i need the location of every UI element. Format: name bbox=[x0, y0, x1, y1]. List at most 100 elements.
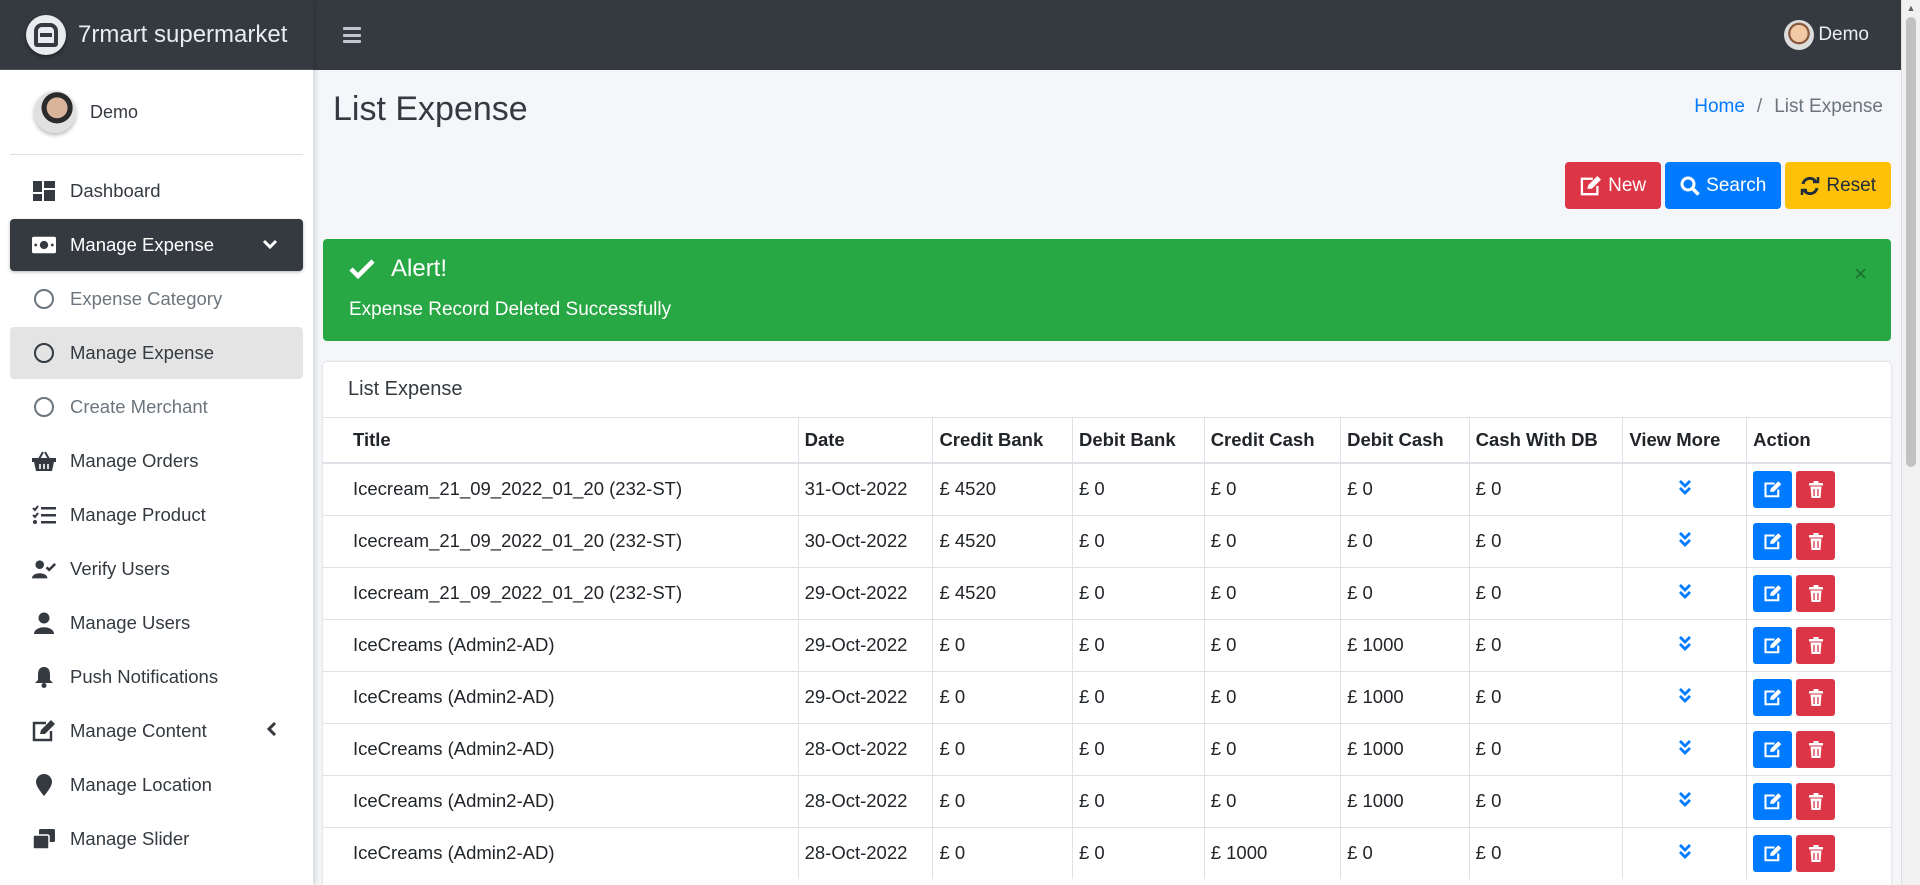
table-cell: £ 0 bbox=[1204, 618, 1342, 671]
edit-button[interactable] bbox=[1753, 834, 1793, 872]
search-button[interactable]: Search bbox=[1665, 162, 1782, 209]
sync-icon bbox=[1801, 176, 1820, 195]
table-cell: £ 1000 bbox=[1340, 722, 1470, 775]
table-cell: £ 0 bbox=[1469, 774, 1624, 827]
user-check-icon bbox=[32, 557, 56, 581]
angle-double-down-icon[interactable] bbox=[1678, 686, 1692, 708]
breadcrumb-home-link[interactable]: Home bbox=[1694, 96, 1745, 117]
sidebar-item-manage-orders[interactable]: Manage Orders bbox=[10, 435, 303, 487]
table-cell: £ 4520 bbox=[932, 566, 1073, 619]
table-cell: £ 0 bbox=[1204, 774, 1342, 827]
table-cell: 30-Oct-2022 bbox=[798, 514, 934, 567]
table-cell: £ 1000 bbox=[1340, 670, 1470, 723]
table-header-row: Title Date Credit Bank Debit Bank Credit Cas… bbox=[323, 418, 1891, 464]
sidebar-item-label: Manage Users bbox=[70, 612, 191, 633]
main-content: List Expense Home / List Expense New Searc… bbox=[313, 70, 1901, 885]
action-cell bbox=[1746, 514, 1891, 567]
angle-double-down-icon[interactable] bbox=[1678, 634, 1692, 656]
sidebar-item-manage-slider[interactable]: Manage Slider bbox=[10, 813, 303, 865]
sidebar-item-verify-users[interactable]: Verify Users bbox=[10, 543, 303, 595]
sidebar-item-label: Manage Content bbox=[70, 720, 207, 741]
delete-button[interactable] bbox=[1796, 782, 1836, 820]
sidebar-item-push-notifications[interactable]: Push Notifications bbox=[10, 651, 303, 703]
scroll-up-icon[interactable]: ▲ bbox=[1902, 0, 1920, 17]
table-cell: £ 0 bbox=[1340, 826, 1470, 879]
scrollbar-thumb[interactable] bbox=[1906, 17, 1916, 467]
expense-list-card: List Expense Title Date Credit Bank Debit B… bbox=[323, 362, 1891, 885]
angle-double-down-icon[interactable] bbox=[1678, 530, 1692, 552]
sidebar-item-dashboard[interactable]: Dashboard bbox=[10, 165, 303, 217]
angle-double-down-icon[interactable] bbox=[1678, 842, 1692, 864]
breadcrumb-current: List Expense bbox=[1774, 96, 1883, 117]
table-cell: £ 0 bbox=[1469, 722, 1624, 775]
angle-double-down-icon[interactable] bbox=[1678, 738, 1692, 760]
menu-toggle-icon[interactable] bbox=[343, 27, 361, 43]
column-header: Action bbox=[1746, 418, 1891, 464]
brand-name: 7rmart supermarket bbox=[78, 20, 288, 48]
action-cell bbox=[1746, 670, 1891, 723]
edit-button[interactable] bbox=[1753, 730, 1793, 768]
action-cell bbox=[1746, 462, 1891, 515]
avatar bbox=[34, 91, 76, 133]
table-cell: £ 1000 bbox=[1340, 618, 1470, 671]
sidebar-item-manage-location[interactable]: Manage Location bbox=[10, 759, 303, 811]
angle-double-down-icon[interactable] bbox=[1678, 478, 1692, 500]
window-restore-icon bbox=[32, 827, 56, 851]
table-cell: £ 1000 bbox=[1340, 774, 1470, 827]
success-alert: Alert! Expense Record Deleted Successful… bbox=[323, 239, 1891, 341]
sidebar-item-manage-product[interactable]: Manage Product bbox=[10, 489, 303, 541]
sidebar-item-manage-content[interactable]: Manage Content bbox=[10, 705, 303, 757]
sidebar-item-label: Manage Orders bbox=[70, 450, 199, 471]
table-cell: IceCreams (Admin2-AD) bbox=[323, 618, 799, 671]
new-button-label: New bbox=[1608, 174, 1647, 196]
sidebar-item-manage-expense-sub[interactable]: Manage Expense bbox=[10, 327, 303, 379]
close-icon[interactable]: × bbox=[1854, 261, 1867, 287]
edit-button[interactable] bbox=[1753, 470, 1793, 508]
brand-link[interactable]: 7rmart supermarket bbox=[0, 0, 313, 70]
sidebar-item-manage-expense[interactable]: Manage Expense bbox=[10, 219, 303, 271]
delete-button[interactable] bbox=[1796, 834, 1836, 872]
edit-icon bbox=[1580, 175, 1602, 195]
alert-message: Expense Record Deleted Successfully bbox=[349, 299, 672, 320]
table-cell: £ 0 bbox=[932, 774, 1073, 827]
edit-button[interactable] bbox=[1753, 626, 1793, 664]
table-cell: IceCreams (Admin2-AD) bbox=[323, 670, 799, 723]
delete-button[interactable] bbox=[1796, 678, 1836, 716]
table-cell: 31-Oct-2022 bbox=[798, 462, 934, 515]
delete-button[interactable] bbox=[1796, 626, 1836, 664]
page-scrollbar[interactable]: ▲ bbox=[1901, 0, 1920, 885]
edit-icon bbox=[1764, 688, 1781, 705]
delete-button[interactable] bbox=[1796, 574, 1836, 612]
edit-button[interactable] bbox=[1753, 782, 1793, 820]
sidebar-item-create-merchant[interactable]: Create Merchant bbox=[10, 381, 303, 433]
table-cell: Icecream_21_09_2022_01_20 (232-ST) bbox=[323, 514, 799, 567]
money-bill-icon bbox=[32, 233, 56, 257]
view-more-cell bbox=[1622, 722, 1748, 775]
angle-double-down-icon[interactable] bbox=[1678, 582, 1692, 604]
angle-double-down-icon[interactable] bbox=[1678, 790, 1692, 812]
view-more-cell bbox=[1622, 826, 1748, 879]
delete-button[interactable] bbox=[1796, 730, 1836, 768]
user-menu[interactable]: Demo bbox=[1784, 20, 1869, 50]
new-button[interactable]: New bbox=[1565, 162, 1662, 209]
sidebar-item-label: Dashboard bbox=[70, 180, 161, 201]
edit-icon bbox=[32, 719, 56, 743]
table-cell: Icecream_21_09_2022_01_20 (232-ST) bbox=[323, 566, 799, 619]
table-cell: £ 0 bbox=[932, 618, 1073, 671]
sidebar: 7rmart supermarket Demo Dashboard Manage… bbox=[0, 0, 313, 885]
edit-button[interactable] bbox=[1753, 522, 1793, 560]
table-cell: £ 0 bbox=[932, 722, 1073, 775]
action-buttons: New Search Reset bbox=[1565, 162, 1891, 209]
reset-button[interactable]: Reset bbox=[1785, 162, 1891, 209]
edit-button[interactable] bbox=[1753, 574, 1793, 612]
delete-button[interactable] bbox=[1796, 522, 1836, 560]
delete-button[interactable] bbox=[1796, 470, 1836, 508]
alert-title-text: Alert! bbox=[391, 255, 448, 282]
sidebar-item-manage-users[interactable]: Manage Users bbox=[10, 597, 303, 649]
trash-icon bbox=[1808, 532, 1823, 550]
user-panel[interactable]: Demo bbox=[10, 70, 303, 155]
sidebar-item-expense-category[interactable]: Expense Category bbox=[10, 273, 303, 325]
user-icon bbox=[32, 611, 56, 635]
table-cell: 29-Oct-2022 bbox=[798, 566, 934, 619]
edit-button[interactable] bbox=[1753, 678, 1793, 716]
